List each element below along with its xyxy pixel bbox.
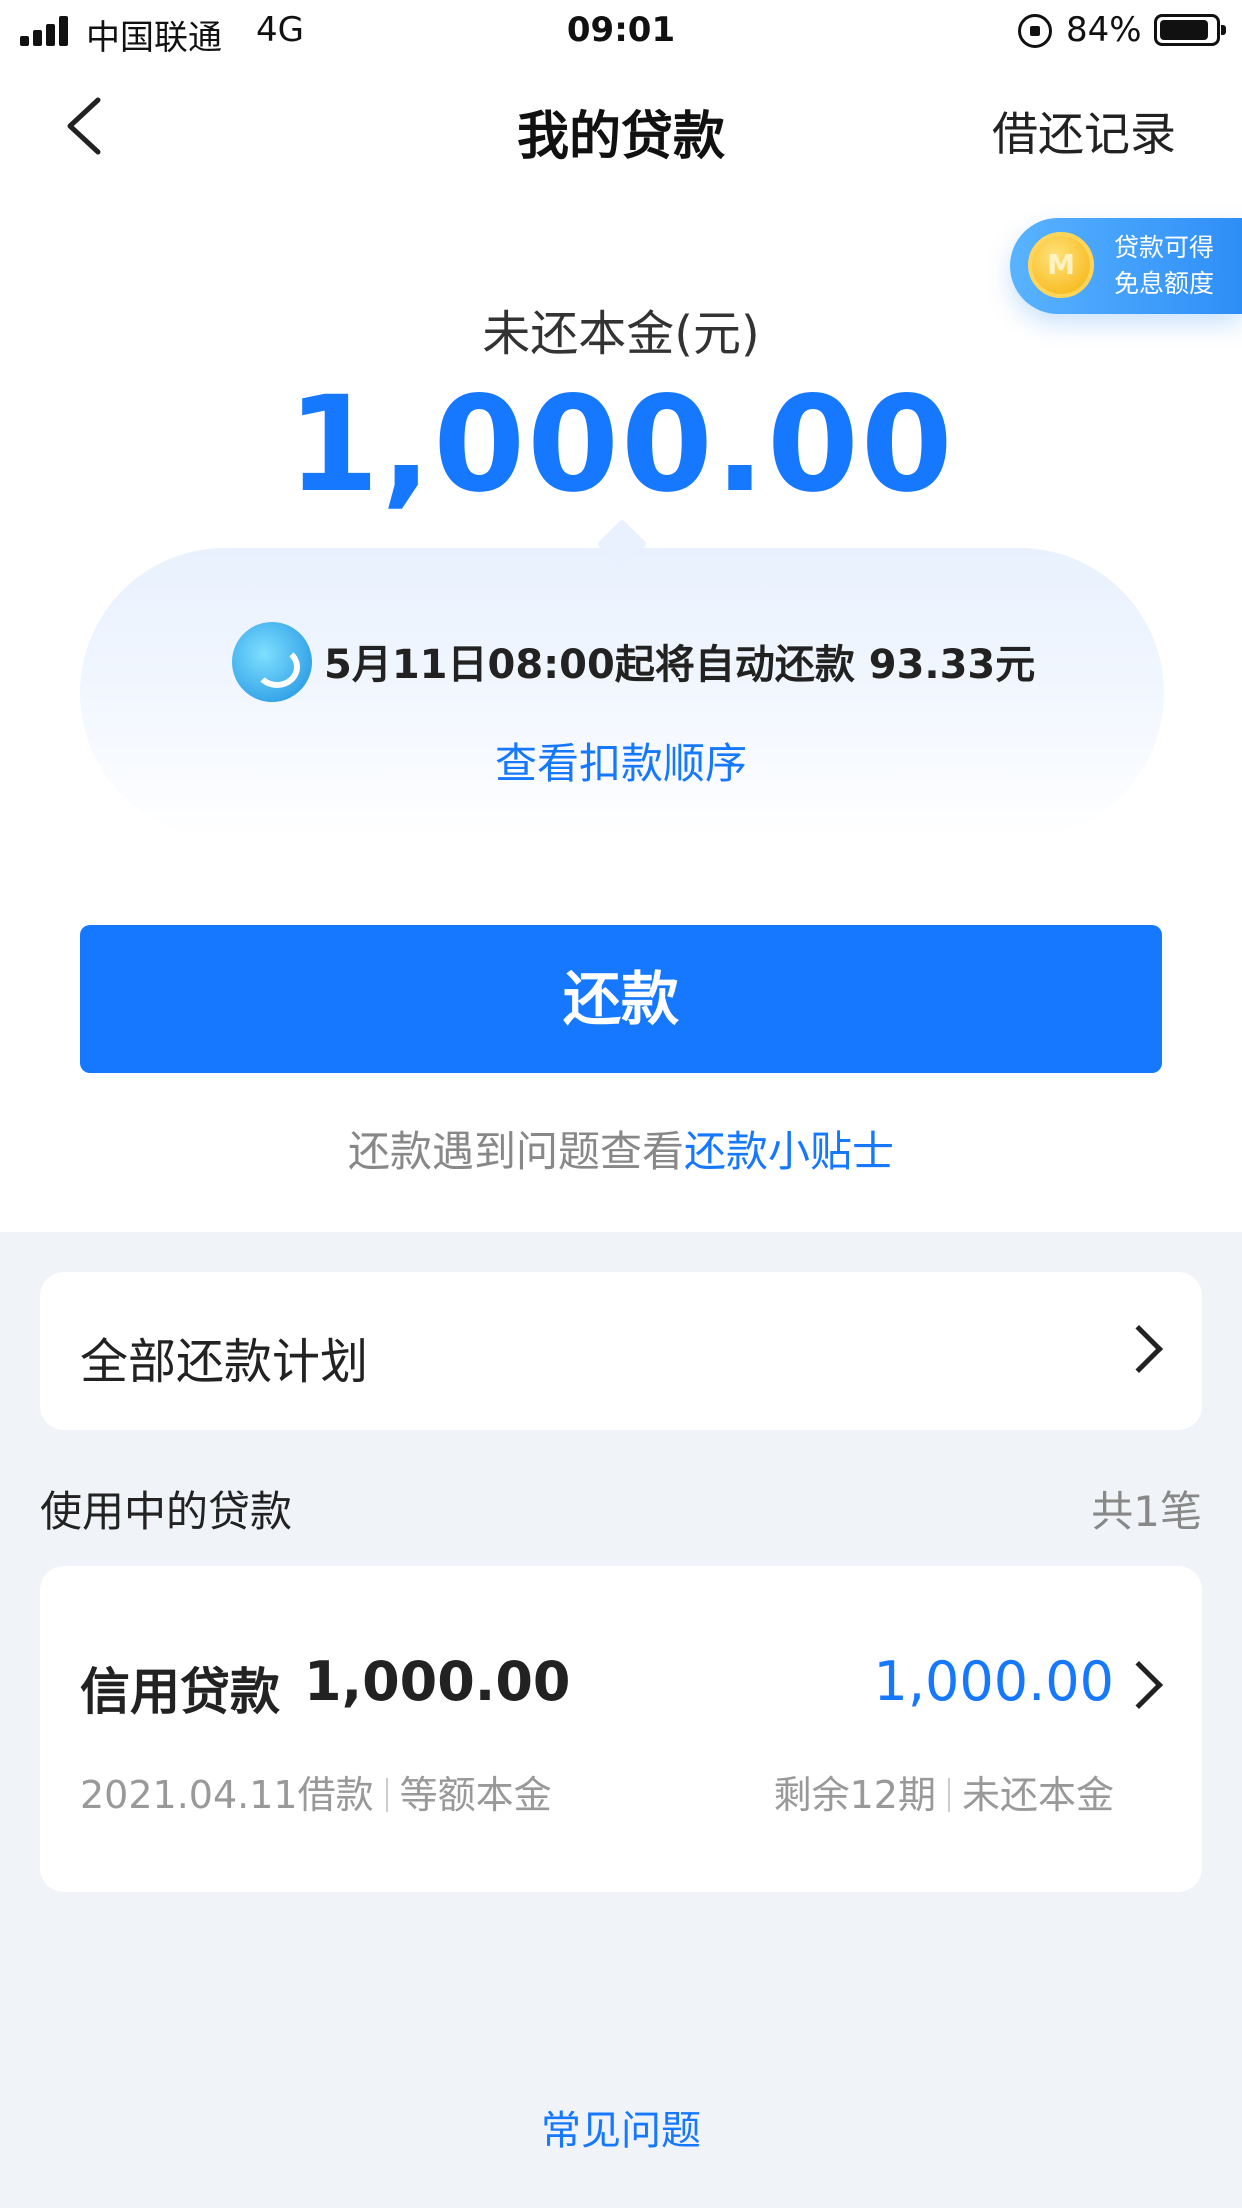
tips-prefix: 还款遇到问题查看	[347, 1127, 684, 1176]
divider	[947, 1778, 950, 1812]
unpaid-principal-label: 未还本金(元)	[482, 306, 760, 362]
divider	[385, 1778, 388, 1812]
unpaid-principal-value: 1,000.00	[287, 368, 955, 522]
chevron-right-icon	[1114, 1324, 1164, 1374]
coin-icon	[1028, 232, 1094, 298]
bank-logo-icon	[232, 622, 312, 702]
battery-percent: 84%	[1066, 10, 1142, 50]
loan-remaining-label: 未还本金	[961, 1773, 1114, 1817]
auto-repay-notice	[80, 548, 1164, 838]
borrow-repay-records-link[interactable]: 借还记录	[992, 98, 1176, 164]
repay-button[interactable]: 还款	[80, 925, 1162, 1073]
loan-meta-left: 2021.04.11借款 等额本金	[80, 1764, 552, 1819]
all-repayment-plans-label: 全部还款计划	[80, 1334, 369, 1390]
status-time: 09:01	[566, 10, 676, 50]
active-loans-count: 共1笔	[1091, 1487, 1202, 1536]
loan-meta-right: 剩余12期 未还本金	[774, 1764, 1114, 1819]
loan-amount: 1,000.00	[304, 1650, 571, 1713]
auto-repay-text: 5月11日08:00起将自动还款 93.33元	[324, 642, 1036, 688]
promo-line-1: 贷款可得	[1114, 233, 1215, 262]
chevron-right-icon	[1114, 1660, 1164, 1710]
loan-remaining-principal: 1,000.00	[873, 1650, 1114, 1713]
loan-name: 信用贷款	[80, 1663, 280, 1721]
loan-method: 等额本金	[399, 1773, 552, 1817]
loan-card[interactable]: 信用贷款 1,000.00 1,000.00 2021.04.11借款 等额本金 …	[40, 1566, 1202, 1892]
repay-tips: 还款遇到问题查看还款小贴士	[0, 1118, 1242, 1179]
promo-text: 贷款可得 免息额度	[1114, 230, 1214, 302]
active-loans-title: 使用中的贷款	[40, 1487, 293, 1536]
rotation-lock-icon	[1018, 14, 1052, 48]
status-bar: 中国联通 4G 09:01 84%	[0, 0, 1242, 62]
repay-tips-link[interactable]: 还款小贴士	[684, 1127, 894, 1176]
all-repayment-plans-card[interactable]: 全部还款计划	[40, 1272, 1202, 1430]
loan-periods: 剩余12期	[773, 1773, 936, 1817]
faq-link[interactable]: 常见问题	[0, 2098, 1242, 2156]
deduction-order-link[interactable]: 查看扣款顺序	[0, 730, 1242, 791]
loan-date: 2021.04.11借款	[80, 1773, 374, 1817]
battery-icon	[1154, 14, 1226, 46]
